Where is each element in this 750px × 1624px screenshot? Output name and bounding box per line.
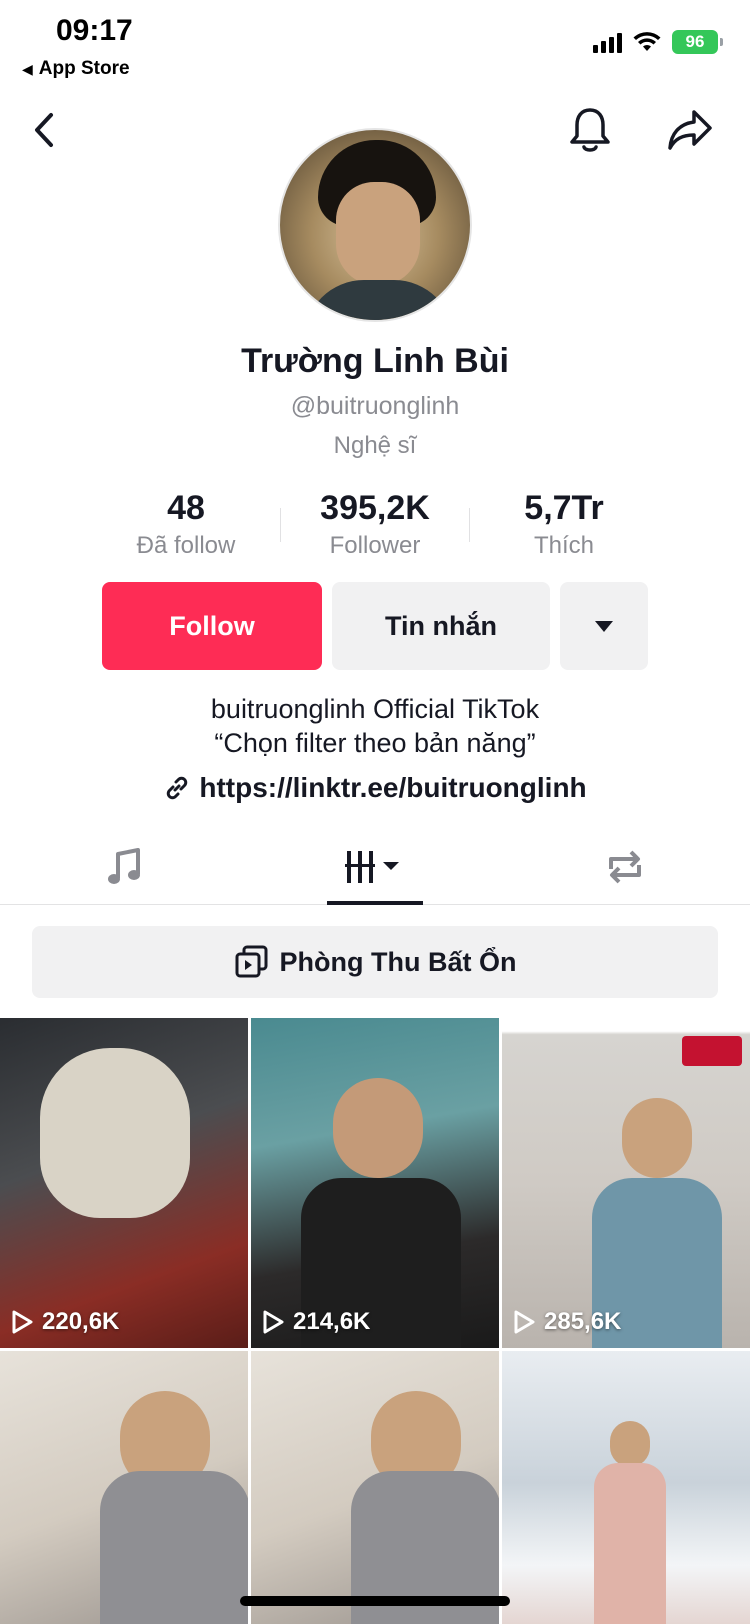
tab-music[interactable] xyxy=(0,830,250,904)
stat-likes-label: Thích xyxy=(533,532,595,559)
grid-videos-icon xyxy=(345,851,399,883)
playlist-icon xyxy=(235,945,268,978)
play-icon xyxy=(12,1310,33,1334)
profile-tabs xyxy=(0,830,750,905)
profile-stats: 48 Đã follow 395,2K Follower 5,7Tr Thích xyxy=(92,488,658,560)
chevron-left-icon xyxy=(35,113,53,147)
battery-icon: 96 xyxy=(672,30,723,54)
notifications-button[interactable] xyxy=(560,100,620,160)
cellular-signal-icon xyxy=(593,31,622,53)
home-indicator[interactable] xyxy=(240,1596,510,1606)
video-views-count: 285,6K xyxy=(544,1308,622,1335)
status-indicators: 96 xyxy=(593,30,723,54)
share-arrow-icon xyxy=(668,110,712,150)
music-note-icon xyxy=(108,848,140,884)
thumbnail-subject-body xyxy=(594,1463,666,1624)
bell-icon xyxy=(570,108,610,152)
tab-reposts[interactable] xyxy=(500,830,750,904)
video-thumbnail[interactable]: 285,6K xyxy=(502,1018,750,1348)
stat-likes[interactable]: 5,7Tr Thích xyxy=(470,488,658,560)
link-icon xyxy=(167,776,188,800)
profile-handle: @buitruonglinh xyxy=(290,392,460,420)
thumbnail-subject xyxy=(333,1078,423,1178)
stat-followers[interactable]: 395,2K Follower xyxy=(281,488,469,560)
bio-line-1: buitruonglinh Official TikTok xyxy=(210,694,540,724)
video-views: 214,6K xyxy=(261,1308,370,1336)
bio-link-text: https://linktr.ee/buitruonglinh xyxy=(199,772,587,803)
back-to-app-store[interactable]: ◀ App Store xyxy=(22,58,130,80)
battery-level: 96 xyxy=(685,32,705,51)
tab-videos[interactable] xyxy=(250,830,500,904)
thumbnail-subject xyxy=(610,1421,650,1467)
status-time: 09:17 xyxy=(56,14,133,47)
caret-down-icon xyxy=(595,620,613,632)
stat-followers-label: Follower xyxy=(329,532,421,559)
back-triangle-icon: ◀ xyxy=(22,60,33,77)
profile-name: Trường Linh Bùi xyxy=(241,342,509,380)
back-button[interactable] xyxy=(14,100,74,160)
video-views-count: 220,6K xyxy=(42,1308,120,1335)
bio-line-2: “Chọn filter theo bản năng” xyxy=(214,728,536,758)
play-icon xyxy=(263,1310,284,1334)
stat-following-value: 48 xyxy=(167,489,205,527)
profile-category: Nghệ sĩ xyxy=(333,432,417,459)
stat-followers-value: 395,2K xyxy=(320,489,430,527)
video-thumbnail[interactable] xyxy=(0,1351,248,1624)
repost-icon xyxy=(609,850,641,884)
wifi-icon xyxy=(633,32,661,51)
playlist-button[interactable]: Phòng Thu Bất Ổn xyxy=(32,926,718,998)
video-views: 285,6K xyxy=(512,1308,621,1336)
video-thumbnail[interactable]: 214,6K xyxy=(251,1018,499,1348)
stat-following[interactable]: 48 Đã follow xyxy=(92,488,280,560)
share-button[interactable] xyxy=(660,100,720,160)
playlist-label: Phòng Thu Bất Ổn xyxy=(279,946,517,977)
avatar-shirt xyxy=(304,280,454,320)
thumbnail-subject-body xyxy=(100,1471,248,1624)
video-thumbnail[interactable] xyxy=(251,1351,499,1624)
suggested-accounts-button[interactable] xyxy=(560,582,648,670)
thumbnail-subject xyxy=(622,1098,692,1178)
stat-likes-value: 5,7Tr xyxy=(524,489,604,527)
thumbnail-subject xyxy=(40,1048,190,1218)
back-app-label: App Store xyxy=(38,58,130,79)
follow-button[interactable]: Follow xyxy=(102,582,322,670)
video-views-count: 214,6K xyxy=(293,1308,371,1335)
profile-screen: 09:17 ◀ App Store 96 Trường Linh Bùi @bu… xyxy=(0,0,750,1624)
levis-logo xyxy=(682,1036,742,1066)
avatar[interactable] xyxy=(278,128,472,322)
bio-link[interactable]: https://linktr.ee/buitruonglinh xyxy=(0,772,750,804)
message-button[interactable]: Tin nhắn xyxy=(332,582,550,670)
video-views: 220,6K xyxy=(10,1308,119,1336)
video-thumbnail[interactable]: 220,6K xyxy=(0,1018,248,1348)
play-icon xyxy=(514,1310,535,1334)
stat-following-label: Đã follow xyxy=(136,532,236,559)
video-grid: 220,6K 214,6K 285,6K xyxy=(0,1018,750,1624)
video-thumbnail[interactable] xyxy=(502,1351,750,1624)
avatar-face xyxy=(336,182,420,286)
